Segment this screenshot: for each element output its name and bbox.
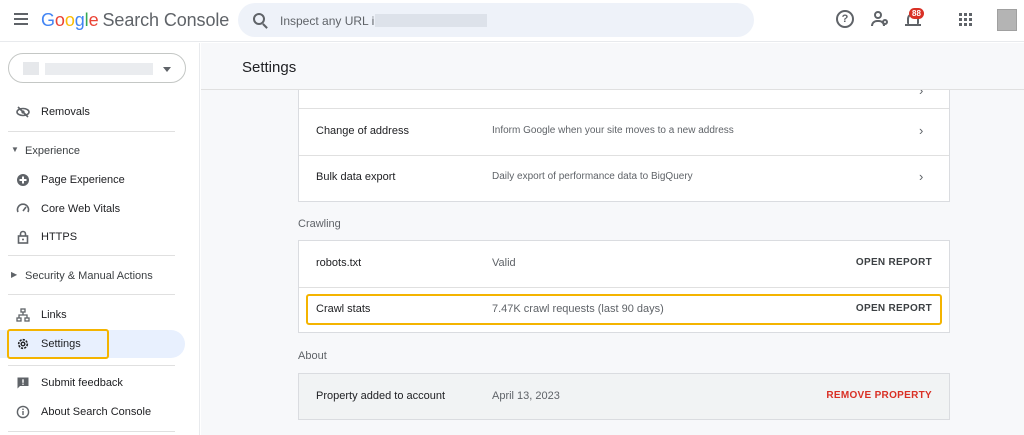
divider [8, 294, 175, 295]
section-label: Security & Manual Actions [25, 270, 153, 282]
property-selector[interactable] [8, 53, 186, 83]
account-avatar[interactable] [997, 9, 1017, 31]
main-content: Settings › Change of address Inform Goog… [201, 43, 1024, 435]
sitemap-links-icon [16, 308, 30, 322]
remove-property-button[interactable]: REMOVE PROPERTY [826, 390, 932, 401]
property-favicon [23, 62, 39, 75]
logo-letter: G [41, 10, 55, 30]
url-inspect-search[interactable]: Inspect any URL in [238, 3, 754, 37]
sidebar-item-label: Links [41, 309, 67, 321]
product-name: Search Console [102, 10, 230, 30]
eye-off-icon [16, 105, 30, 119]
dropdown-caret-icon [163, 67, 171, 72]
sidebar-item-links[interactable]: Links [0, 301, 185, 329]
users-settings-icon[interactable] [871, 10, 889, 28]
sidebar-item-core-web-vitals[interactable]: Core Web Vitals [0, 195, 185, 223]
search-placeholder: Inspect any URL in [280, 14, 381, 28]
logo-letter: o [54, 10, 65, 30]
logo-letter: o [64, 10, 75, 30]
general-settings-card: › Change of address Inform Google when y… [298, 90, 950, 202]
about-card: Property added to account April 13, 2023… [298, 373, 950, 420]
app-logo[interactable]: Google Search Console [41, 10, 229, 31]
settings-row-bulk-data-export[interactable]: Bulk data export Daily export of perform… [299, 155, 949, 200]
row-value: April 13, 2023 [492, 390, 560, 402]
section-label: Experience [25, 145, 81, 157]
top-bar: Google Search Console Inspect any URL in … [0, 0, 1024, 42]
lock-icon [16, 230, 30, 244]
caret-right-icon: ▶ [11, 270, 18, 279]
speedometer-icon [16, 202, 30, 216]
crawl-stats-highlight-annotation [306, 294, 942, 325]
logo-letter: g [74, 10, 85, 30]
feedback-icon [16, 376, 30, 390]
chevron-right-icon: › [919, 123, 924, 138]
open-report-button[interactable]: OPEN REPORT [856, 257, 932, 268]
settings-row-property-added: Property added to account April 13, 2023… [299, 374, 949, 419]
caret-down-icon: ▼ [11, 145, 19, 154]
row-key: Property added to account [316, 390, 446, 402]
section-label-crawling: Crawling [298, 218, 341, 230]
sidebar-item-label: Submit feedback [41, 377, 123, 389]
sidebar-item-label: Core Web Vitals [41, 203, 121, 215]
menu-icon[interactable] [14, 13, 28, 25]
chevron-right-icon: › [919, 90, 924, 98]
row-value: Inform Google when your site moves to a … [492, 125, 734, 136]
chevron-right-icon: › [919, 169, 924, 184]
page-title: Settings [242, 59, 297, 76]
section-label-about: About [298, 350, 327, 362]
sidebar-item-label: About Search Console [41, 406, 152, 418]
row-key: robots.txt [316, 257, 362, 269]
info-icon [16, 405, 30, 419]
row-value: Daily export of performance data to BigQ… [492, 171, 693, 182]
row-key: Change of address [316, 125, 409, 137]
divider [8, 255, 175, 256]
settings-row-change-of-address[interactable]: Change of address Inform Google when you… [299, 109, 949, 154]
section-header-experience[interactable]: ▼ Experience [0, 139, 190, 163]
sidebar-item-about[interactable]: About Search Console [0, 398, 185, 426]
sidebar-item-removals[interactable]: Removals [0, 98, 185, 126]
redacted-property-name [375, 14, 487, 27]
plus-circle-icon [16, 173, 30, 187]
row-key: Bulk data export [316, 171, 396, 183]
search-icon [253, 13, 265, 25]
sidebar: Removals ▼ Experience Page Experience Co… [0, 43, 200, 435]
divider [8, 365, 175, 366]
sidebar-item-submit-feedback[interactable]: Submit feedback [0, 369, 185, 397]
logo-letter: e [88, 10, 99, 30]
sidebar-item-label: Page Experience [41, 174, 125, 186]
sidebar-item-label: Removals [41, 106, 90, 118]
divider [8, 131, 175, 132]
sidebar-item-https[interactable]: HTTPS [0, 223, 185, 251]
sidebar-item-page-experience[interactable]: Page Experience [0, 166, 185, 194]
section-header-security[interactable]: ▶ Security & Manual Actions [0, 264, 190, 288]
settings-row-robots-txt[interactable]: robots.txt Valid OPEN REPORT [299, 241, 949, 286]
settings-highlight-annotation [7, 329, 109, 359]
notification-badge: 88 [909, 8, 924, 19]
partial-row[interactable]: › [299, 90, 949, 108]
apps-grid-icon[interactable] [959, 13, 973, 27]
sidebar-item-label: HTTPS [41, 231, 78, 243]
redacted-property [45, 63, 153, 75]
row-value: Valid [492, 257, 516, 269]
divider [8, 431, 175, 432]
help-icon[interactable]: ? [836, 10, 854, 28]
